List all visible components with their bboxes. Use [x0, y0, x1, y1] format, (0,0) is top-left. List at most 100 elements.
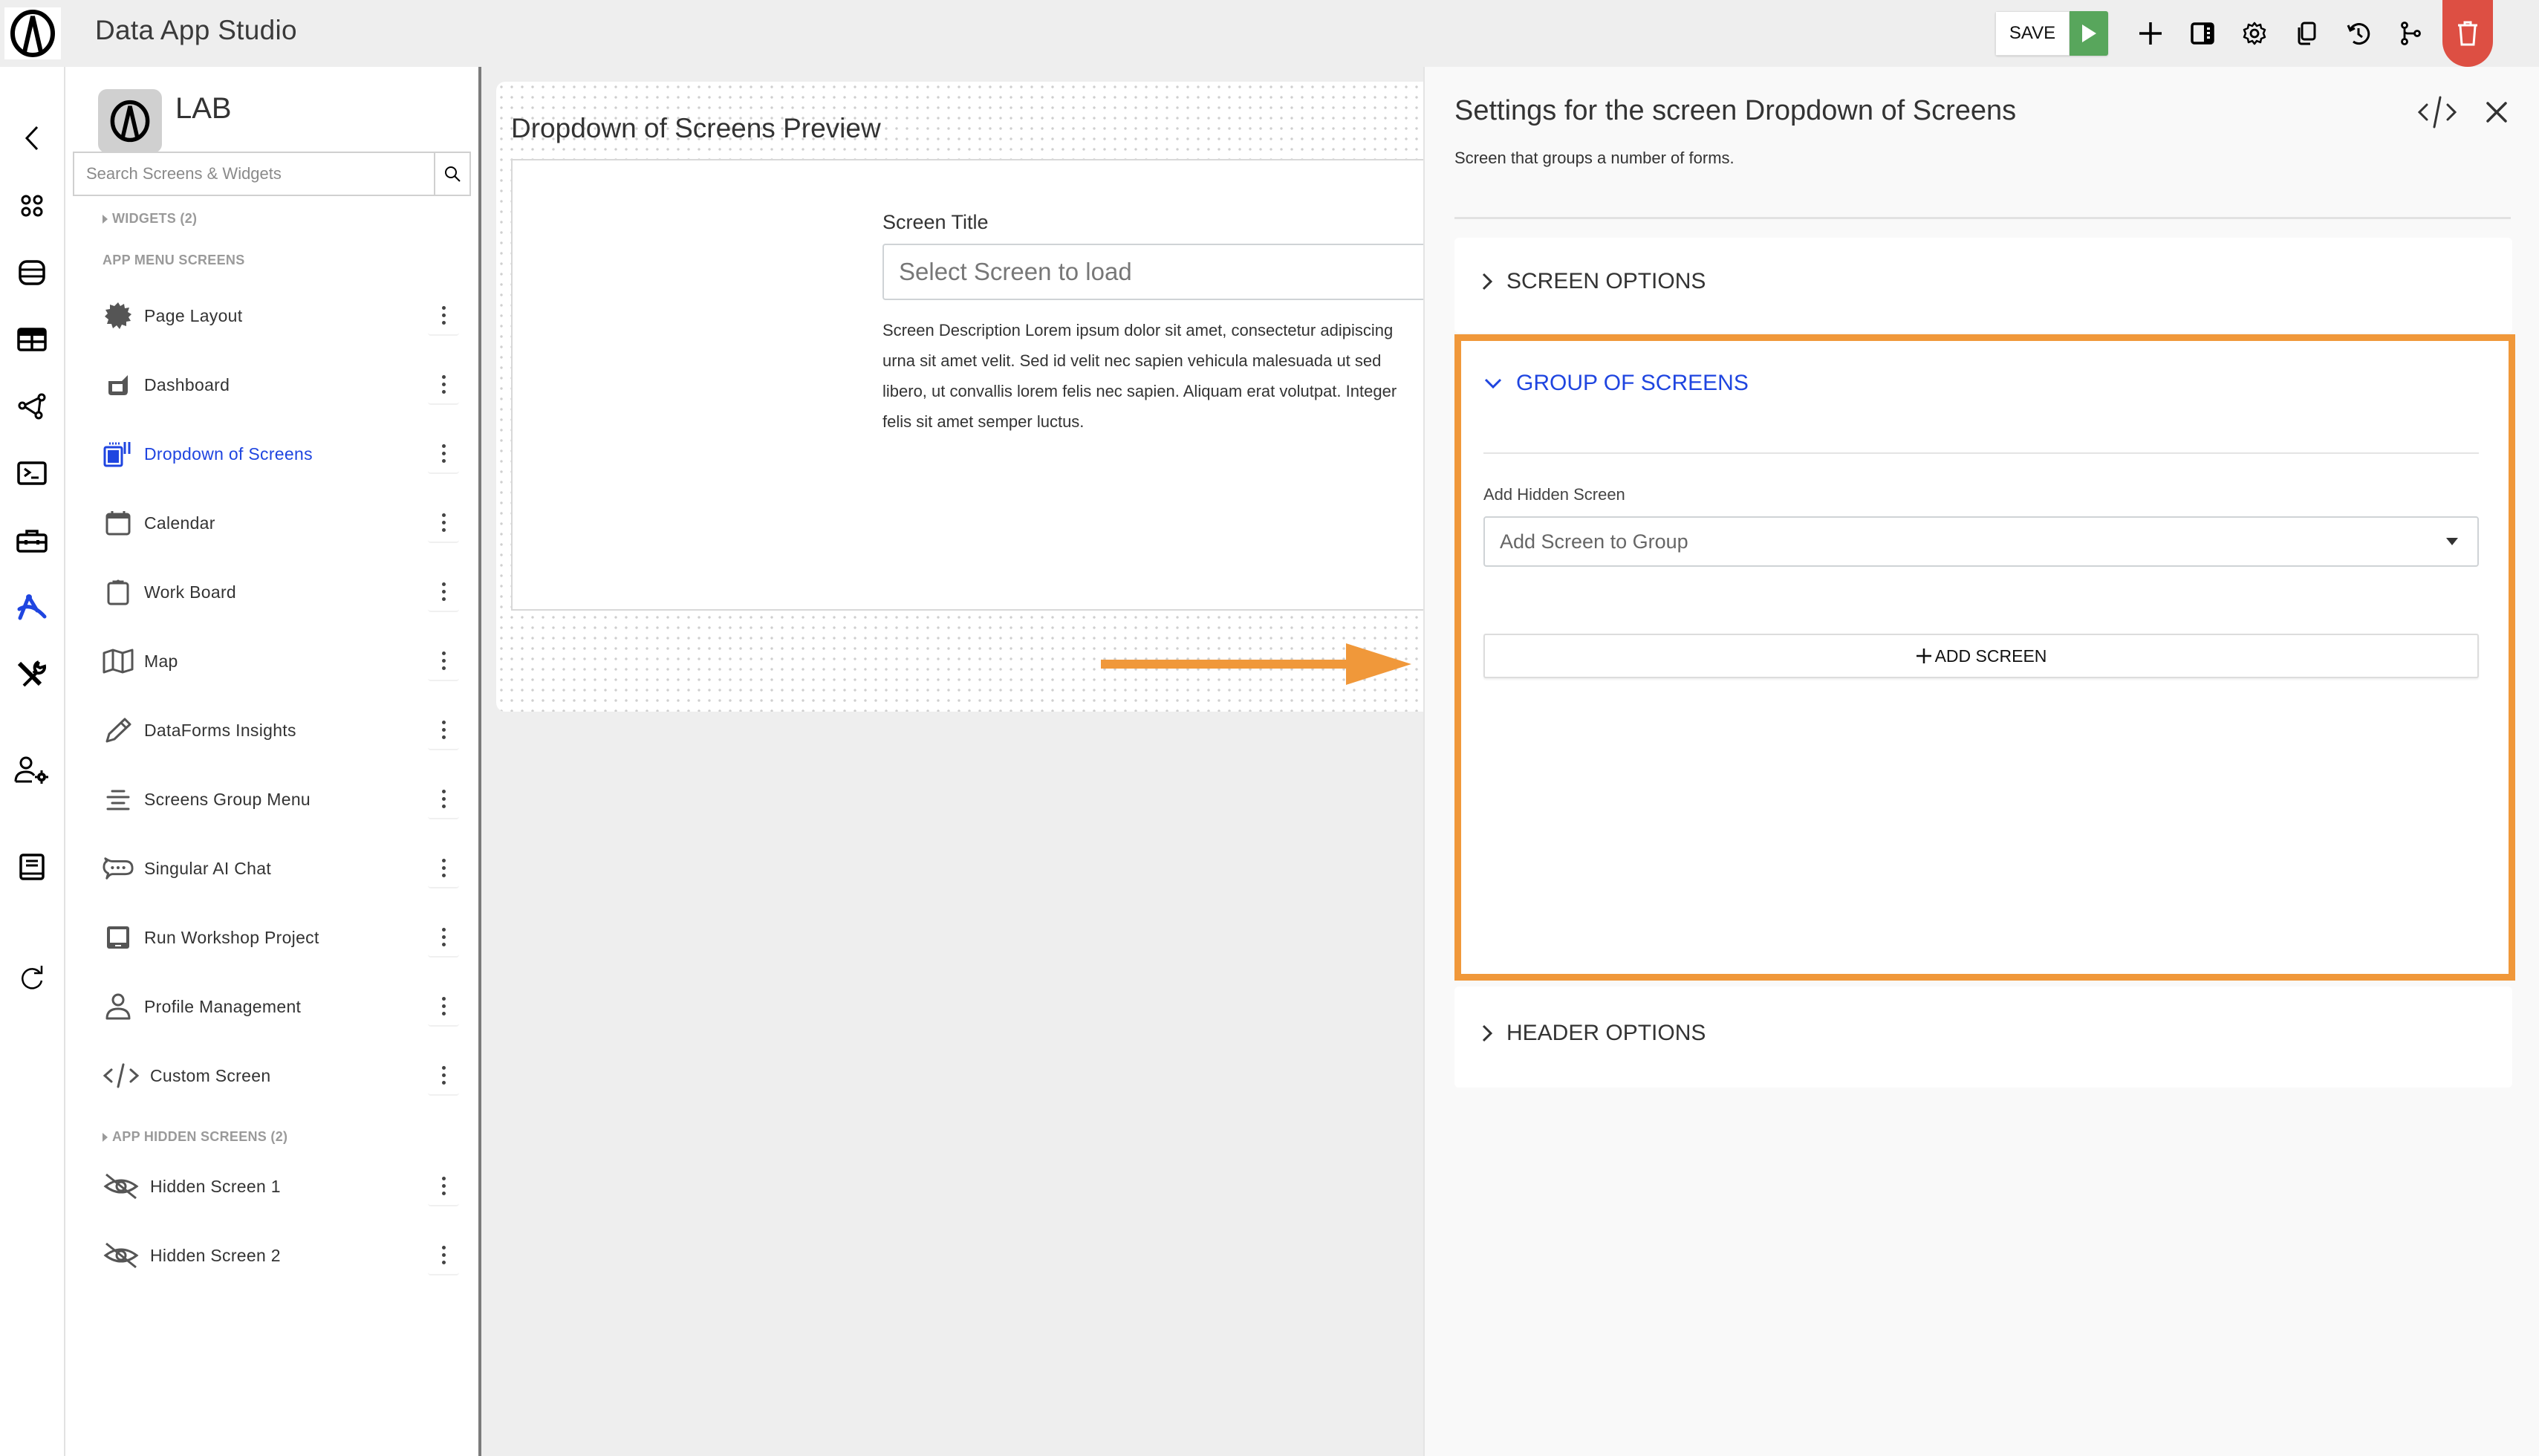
play-icon — [2082, 25, 2096, 42]
preview-card: Screen Title Select Screen to load Scree… — [511, 159, 1432, 611]
database-icon — [19, 260, 45, 285]
more-options-button[interactable] — [428, 987, 459, 1027]
rail-docs[interactable] — [10, 845, 53, 888]
save-button[interactable]: SAVE — [1995, 11, 2070, 56]
widgets-section-toggle[interactable]: WIDGETS (2) — [103, 211, 197, 227]
screen-item-label: Screens Group Menu — [144, 789, 311, 809]
settings-button[interactable] — [2234, 13, 2275, 53]
duplicate-button[interactable] — [2286, 13, 2327, 53]
screen-item-run-workshop-project[interactable]: Run Workshop Project — [103, 911, 459, 963]
screens-sidebar: LAB WIDGETS (2) APP MENU SCREENS Page La… — [65, 67, 481, 1456]
screen-item-label: Hidden Screen 2 — [150, 1245, 281, 1265]
settings-panel: Settings for the screen Dropdown of Scre… — [1423, 67, 2539, 1456]
screen-description: Screen Description Lorem ipsum dolor sit… — [882, 315, 1425, 437]
screen-item-label: Map — [144, 651, 178, 671]
screen-item-map[interactable]: Map — [103, 635, 459, 687]
add-hidden-screen-label: Add Hidden Screen — [1483, 485, 1625, 504]
search-box — [73, 152, 471, 196]
save-run-group: SAVE — [1995, 11, 2108, 56]
accordion-header-options-header[interactable]: HEADER OPTIONS — [1481, 1021, 1706, 1046]
more-options-button[interactable] — [428, 1235, 459, 1275]
screen-item-work-board[interactable]: Work Board — [103, 566, 459, 618]
rail-tools[interactable] — [10, 652, 53, 695]
screen-item-dropdown-of-screens[interactable]: Dropdown of Screens — [103, 428, 459, 480]
add-button[interactable] — [2130, 13, 2171, 53]
screen-item-calendar[interactable]: Calendar — [103, 497, 459, 549]
screen-item-label: Profile Management — [144, 996, 302, 1016]
copy-icon — [2298, 22, 2316, 45]
search-icon — [445, 166, 461, 182]
rail-toolbox[interactable] — [10, 519, 53, 562]
code-icon — [2417, 96, 2457, 129]
top-bar: Data App Studio SAVE — [0, 0, 2539, 67]
more-options-button[interactable] — [428, 848, 459, 888]
table-icon — [17, 328, 47, 351]
brand-logo-icon[interactable] — [4, 7, 61, 59]
more-options-button[interactable] — [428, 365, 459, 405]
rail-user-settings[interactable] — [10, 749, 53, 792]
rail-terminal[interactable] — [10, 452, 53, 495]
rail-tables[interactable] — [10, 318, 53, 361]
app-title: Data App Studio — [95, 15, 297, 45]
more-options-button[interactable] — [428, 1166, 459, 1206]
screen-item-custom-screen[interactable]: Custom Screen — [103, 1050, 459, 1102]
more-options-button[interactable] — [428, 917, 459, 958]
description-line: urna sit amet velit. Sed id velit nec sa… — [882, 351, 1382, 370]
run-button[interactable] — [2070, 11, 2108, 56]
preview-title: Dropdown of Screens Preview — [511, 113, 881, 143]
rail-refresh[interactable] — [10, 957, 53, 1000]
rail-apps[interactable] — [10, 184, 53, 227]
screen-item-dashboard[interactable]: Dashboard — [103, 359, 459, 411]
screen-item-singular-ai-chat[interactable]: Singular AI Chat — [103, 842, 459, 894]
settings-subtitle: Screen that groups a number of forms. — [1454, 149, 1735, 167]
screen-select-dropdown[interactable]: Select Screen to load — [882, 244, 1432, 300]
lab-logo-icon — [98, 89, 162, 153]
code-icon — [103, 1060, 140, 1091]
screen-item-dataforms-insights[interactable]: DataForms Insights — [103, 704, 459, 756]
rail-app-studio[interactable] — [10, 585, 53, 628]
terminal-icon — [17, 461, 47, 485]
more-options-button[interactable] — [428, 641, 459, 681]
dropdown-screens-icon — [103, 438, 134, 469]
add-screen-button[interactable]: ADD SCREEN — [1483, 634, 2479, 678]
screen-item-screens-group-menu[interactable]: Screens Group Menu — [103, 773, 459, 825]
panel-layout-icon — [2191, 22, 2214, 45]
back-button[interactable] — [10, 117, 53, 160]
accordion-group-of-screens-header[interactable]: GROUP OF SCREENS — [1483, 371, 1749, 396]
search-button[interactable] — [434, 153, 469, 195]
more-options-button[interactable] — [428, 1056, 459, 1096]
eye-off-icon — [103, 1171, 140, 1202]
screen-item-page-layout[interactable]: Page Layout — [103, 290, 459, 342]
more-options-button[interactable] — [428, 296, 459, 336]
more-options-button[interactable] — [428, 434, 459, 474]
search-input[interactable] — [74, 153, 434, 195]
screen-item-hidden-screen-1[interactable]: Hidden Screen 1 — [103, 1160, 459, 1212]
screen-item-profile-management[interactable]: Profile Management — [103, 981, 459, 1033]
description-line: felis sit amet semper luctus. — [882, 412, 1085, 431]
branch-button[interactable] — [2390, 13, 2431, 53]
eye-off-icon — [103, 1240, 140, 1271]
rail-database[interactable] — [10, 251, 53, 294]
hidden-section-toggle[interactable]: APP HIDDEN SCREENS (2) — [103, 1129, 287, 1145]
lab-name: LAB — [175, 92, 232, 125]
screen-item-label: Calendar — [144, 513, 215, 533]
rail-graph[interactable] — [10, 385, 53, 428]
delete-button[interactable] — [2442, 0, 2493, 67]
more-options-button[interactable] — [428, 710, 459, 750]
add-screen-to-group-dropdown[interactable]: Add Screen to Group — [1483, 516, 2479, 567]
more-options-button[interactable] — [428, 572, 459, 612]
accordion-screen-options-header[interactable]: SCREEN OPTIONS — [1481, 269, 1706, 294]
accordion-label: HEADER OPTIONS — [1506, 1021, 1706, 1045]
view-code-button[interactable] — [2416, 94, 2459, 131]
more-options-button[interactable] — [428, 779, 459, 819]
map-icon — [103, 646, 134, 677]
plus-icon — [1916, 649, 1931, 663]
menu-section-label: APP MENU SCREENS — [103, 253, 245, 267]
close-button[interactable] — [2478, 94, 2515, 131]
more-options-button[interactable] — [428, 503, 459, 543]
graph-nodes-icon — [18, 393, 46, 420]
history-button[interactable] — [2338, 13, 2379, 53]
layout-button[interactable] — [2182, 13, 2223, 53]
screen-item-hidden-screen-2[interactable]: Hidden Screen 2 — [103, 1229, 459, 1281]
accordion-header-options: HEADER OPTIONS — [1454, 987, 2512, 1088]
